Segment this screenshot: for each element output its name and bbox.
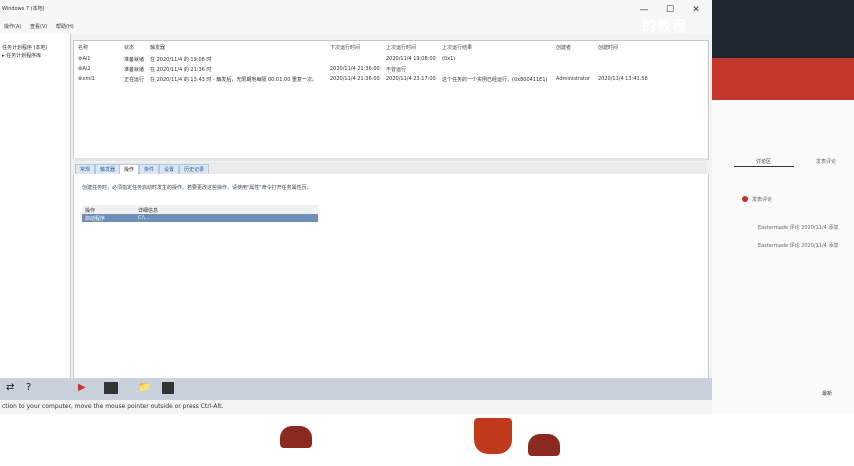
window-title: Windows 7 (本地) <box>2 6 45 12</box>
tab-discussion[interactable]: 讨论区 <box>756 158 771 165</box>
tree-library-label: 任务计划程序库 <box>6 53 42 59</box>
task-name-cell: ⚙Ai2 <box>78 66 91 72</box>
col-created[interactable]: 创建时间 <box>598 44 618 51</box>
col-author[interactable]: 创建者 <box>556 44 571 51</box>
task-trigger-cell: 在 2020/11/4 的 21:36 时 <box>150 67 212 73</box>
task-list: 名称 状态 触发器 下次运行时间 上次运行时间 上次运行结果 创建者 创建时间 … <box>73 40 709 160</box>
action-type: 启动程序 <box>85 216 106 222</box>
active-tab-underline <box>734 166 794 167</box>
comment-item[interactable]: Eastermade 评论 2020/11/4 添加 <box>758 242 838 249</box>
figure-illustration <box>474 418 512 454</box>
task-result-cell: 这个任务的一个实例已经运行。(0x800411E1) <box>442 77 548 83</box>
avatar <box>742 196 748 202</box>
task-last-cell: 2020/11/4 19:08:00 <box>386 56 436 62</box>
help-icon[interactable]: ? <box>26 382 31 393</box>
browser-header: 的教程 <box>642 0 854 58</box>
task-next-cell: 2020/11/4 21:36:00 <box>330 76 380 82</box>
task-status-cell: 准备就绪 <box>124 57 145 63</box>
tab-comment[interactable]: 发表评论 <box>816 158 836 165</box>
close-button[interactable]: ✕ <box>684 4 708 16</box>
play-icon[interactable]: ▶ <box>78 382 86 393</box>
task-next-cell: 2020/11/4 21:36:00 <box>330 66 380 72</box>
col-trigger[interactable]: 触发器 <box>150 44 165 51</box>
usb-icon[interactable]: ⇄ <box>6 382 14 393</box>
shoe-illustration <box>280 426 312 448</box>
task-last-cell: 不曾运行 <box>386 67 407 73</box>
tab-content: 创建任务时，必须指定任务启动时发生的操作。若要更改这些操作，请使用"属性"命令打… <box>73 174 709 379</box>
status-message: ction to your computer, move the mouse p… <box>2 403 224 410</box>
title-bar[interactable]: Windows 7 (本地) — ☐ ✕ <box>0 0 712 20</box>
shoe-illustration <box>528 434 560 456</box>
discussion-panel: 讨论区 发表评论 发表评论 Eastermade 评论 2020/11/4 添加… <box>712 100 854 420</box>
table-row[interactable]: ⚙Ai2 准备就绪 在 2020/11/4 的 21:36 时 2020/11/… <box>74 65 708 75</box>
menu-help[interactable]: 帮助(H) <box>56 23 74 30</box>
task-author-cell: Administrator <box>556 76 591 82</box>
task-created-cell: 2020/11/4 13:41:58 <box>598 76 648 82</box>
actions-col-details[interactable]: 详细信息 <box>138 207 158 214</box>
comment-item[interactable]: 发表评论 <box>752 196 772 203</box>
task-status-cell: 正在运行 <box>124 77 145 83</box>
tree-item-library[interactable]: ▸ 任务计划程序库 <box>2 52 41 59</box>
task-trigger-cell: 在 2020/11/4 的 13:43 时 - 触发后，无限期地每隔 00:01… <box>150 77 318 83</box>
menu-bar: 操作(A) 查看(V) 帮助(H) <box>0 20 712 34</box>
task-scheduler-window: Windows 7 (本地) — ☐ ✕ 操作(A) 查看(V) 帮助(H) 任… <box>0 0 713 414</box>
task-status-cell: 准备就绪 <box>124 67 145 73</box>
screen-icon[interactable] <box>104 382 118 394</box>
task-name-cell: ⚙Ai1 <box>78 56 91 62</box>
task-name-cell: ⚙xml1 <box>78 76 95 82</box>
tree-root[interactable]: 任务计划程序 (本地) <box>2 44 48 51</box>
actions-col-action[interactable]: 操作 <box>85 207 95 214</box>
maximize-button[interactable]: ☐ <box>658 4 682 16</box>
actions-row-selected[interactable]: 启动程序 C:\... <box>82 214 318 222</box>
task-result-cell: (0x1) <box>442 56 456 62</box>
minimize-button[interactable]: — <box>632 4 656 16</box>
actions-description: 创建任务时，必须指定任务启动时发生的操作。若要更改这些操作，请使用"属性"命令打… <box>82 185 312 191</box>
pane-splitter[interactable] <box>73 158 707 161</box>
col-status[interactable]: 状态 <box>124 44 134 51</box>
menu-action[interactable]: 操作(A) <box>4 23 21 30</box>
col-next-run[interactable]: 下次运行时间 <box>330 44 360 51</box>
table-row[interactable]: ⚙xml1 正在运行 在 2020/11/4 的 13:43 时 - 触发后，无… <box>74 75 708 85</box>
folder-icon[interactable]: 📁 <box>138 382 150 393</box>
task-trigger-cell: 在 2020/11/4 的 19:08 时 <box>150 57 212 63</box>
col-last-run[interactable]: 上次运行时间 <box>386 44 416 51</box>
table-row[interactable]: ⚙Ai1 准备就绪 在 2020/11/4 的 19:08 时 2020/11/… <box>74 55 708 65</box>
comment-item[interactable]: Eastermade 评论 2020/11/4 添加 <box>758 224 838 231</box>
menu-view[interactable]: 查看(V) <box>30 23 47 30</box>
status-bar: ction to your computer, move the mouse p… <box>0 400 712 414</box>
sort-label[interactable]: 最新 <box>822 390 832 397</box>
tree-pane: 任务计划程序 (本地) ▸ 任务计划程序库 <box>0 34 71 378</box>
display-icon[interactable] <box>162 382 174 394</box>
task-last-cell: 2020/11/4 23:17:00 <box>386 76 436 82</box>
desktop-wallpaper <box>0 414 854 466</box>
course-banner <box>712 58 854 100</box>
col-name[interactable]: 名称 <box>78 44 88 51</box>
col-last-result[interactable]: 上次运行结果 <box>442 44 472 51</box>
action-details: C:\... <box>138 215 150 221</box>
vm-toolbar: ⇄ ? ▶ 📁 <box>0 378 712 400</box>
course-title: 的教程 <box>642 19 687 35</box>
